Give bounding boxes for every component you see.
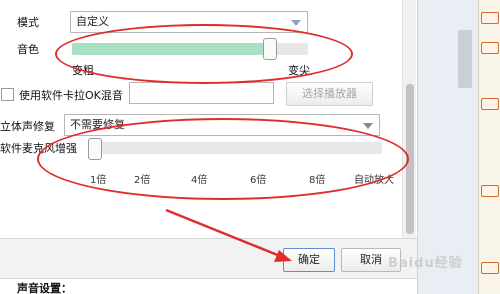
mode-select[interactable]: 自定义 — [70, 11, 308, 33]
timbre-slider-knob[interactable] — [263, 38, 278, 60]
dialog-footer: 确定 取消 — [0, 238, 417, 278]
background-document — [478, 0, 500, 294]
background-tab — [481, 262, 499, 274]
dialog-scrollbar[interactable] — [402, 0, 416, 238]
mic-tick-1x: 1倍 — [90, 175, 107, 186]
mic-tick-auto: 自动放大 — [354, 175, 394, 186]
background-scroll-handle — [458, 30, 472, 88]
mic-boost-slider-track[interactable] — [90, 142, 382, 154]
sound-settings-section: 声音设置： — [0, 278, 417, 294]
background-tab — [481, 185, 499, 197]
choose-player-button[interactable]: 选择播放器 — [286, 82, 373, 106]
mic-boost-slider-knob[interactable] — [88, 138, 102, 160]
sound-settings-heading: 声音设置： — [17, 282, 72, 294]
mode-select-value: 自定义 — [76, 15, 109, 28]
background-tab — [481, 98, 499, 110]
background-tab — [481, 42, 499, 54]
mic-tick-6x: 6倍 — [250, 175, 267, 186]
mic-tick-2x: 2倍 — [134, 175, 151, 186]
mic-boost-label: 软件麦克风增强 — [0, 142, 77, 155]
timbre-min-label: 变粗 — [72, 64, 94, 77]
ok-button[interactable]: 确定 — [283, 248, 335, 272]
timbre-slider-fill — [72, 43, 271, 55]
dialog-scrollbar-thumb[interactable] — [406, 84, 414, 234]
mic-tick-8x: 8倍 — [309, 175, 326, 186]
sound-settings-dialog: 模式 自定义 音色 变粗 变尖 使用软件卡拉OK混音 选择播放器 立体声修复 不… — [0, 0, 417, 294]
background-window — [417, 0, 500, 294]
watermark: Baidu经验 — [388, 256, 463, 271]
stereo-label: 立体声修复 — [0, 120, 55, 133]
stereo-select-value: 不需要修复 — [70, 118, 125, 131]
stereo-select[interactable]: 不需要修复 — [64, 114, 380, 136]
chevron-down-icon — [363, 123, 373, 129]
karaoke-label: 使用软件卡拉OK混音 — [19, 89, 123, 102]
mic-tick-4x: 4倍 — [191, 175, 208, 186]
timbre-label: 音色 — [17, 43, 39, 56]
timbre-max-label: 变尖 — [288, 64, 310, 77]
karaoke-checkbox[interactable] — [1, 88, 14, 101]
background-tab — [481, 12, 499, 24]
player-path-input[interactable] — [129, 82, 274, 104]
chevron-down-icon — [291, 20, 301, 26]
mode-label: 模式 — [17, 16, 39, 29]
